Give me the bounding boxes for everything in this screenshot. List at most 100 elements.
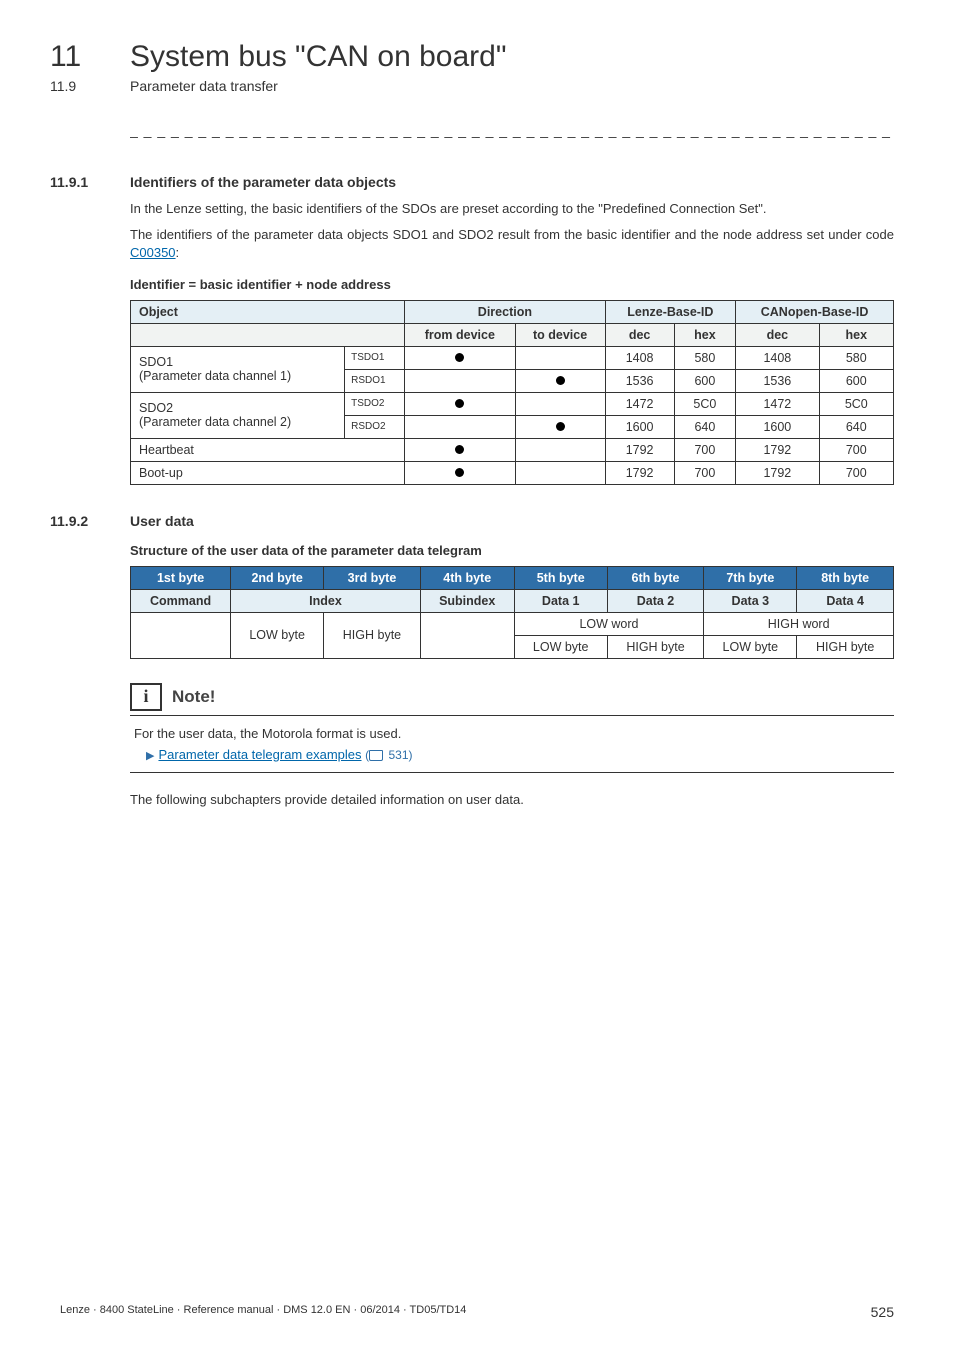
cell-value: 1536 [736, 369, 819, 392]
dot-icon [455, 445, 464, 454]
page-number-ref: 531 [388, 748, 408, 762]
page-reference: ( 531) [365, 748, 412, 762]
cell-sublabel: TSDO1 [345, 346, 405, 369]
cell-value: 640 [819, 415, 893, 438]
section-heading: 11.9.1 Identifiers of the parameter data… [130, 174, 894, 190]
byte-header: 5th byte [514, 566, 607, 589]
info-icon: i [130, 683, 162, 711]
code-link-c00350[interactable]: C00350 [130, 245, 176, 260]
col-subheader-hex: hex [819, 323, 893, 346]
cell-text: (Parameter data channel 2) [139, 415, 291, 429]
cell-sublabel: RSDO1 [345, 369, 405, 392]
dot-icon [556, 376, 565, 385]
section-heading: 11.9.2 User data [130, 513, 894, 529]
cell-value: 1536 [605, 369, 674, 392]
field-label: Command [131, 589, 231, 612]
cell-from-device [405, 369, 515, 392]
cell-object: Boot-up [131, 461, 405, 484]
field-label: Data 4 [797, 589, 894, 612]
cell-value: 700 [674, 438, 736, 461]
cell-value: LOW byte [514, 635, 607, 658]
byte-header: 2nd byte [231, 566, 324, 589]
byte-header: 4th byte [420, 566, 514, 589]
paragraph: The identifiers of the parameter data ob… [130, 226, 894, 262]
chapter-title: System bus "CAN on board" [130, 40, 506, 74]
note-text: For the user data, the Motorola format i… [134, 726, 890, 741]
cell-object: SDO2 (Parameter data channel 2) [131, 392, 345, 438]
col-header-direction: Direction [405, 300, 605, 323]
chapter-number: 11 [50, 40, 130, 74]
dot-icon [455, 399, 464, 408]
cell-object: SDO1 (Parameter data channel 1) [131, 346, 345, 392]
note-box: For the user data, the Motorola format i… [130, 715, 894, 773]
section-number: 11.9.1 [50, 174, 130, 190]
col-header-object: Object [131, 300, 405, 323]
note-header: i Note! [130, 683, 894, 711]
cell-value: HIGH byte [324, 612, 421, 658]
footer-left: Lenze · 8400 StateLine · Reference manua… [60, 1304, 466, 1320]
subsection-number: 11.9 [50, 78, 130, 94]
byte-header: 3rd byte [324, 566, 421, 589]
cell-value: LOW byte [231, 612, 324, 658]
cell-from-device [405, 392, 515, 415]
cell-value: 1408 [605, 346, 674, 369]
link-parameter-data-telegram-examples[interactable]: Parameter data telegram examples [158, 747, 361, 762]
section-number: 11.9.2 [50, 513, 130, 529]
dot-icon [556, 422, 565, 431]
col-subheader-blank [131, 323, 405, 346]
cell-value: 5C0 [674, 392, 736, 415]
cell-sublabel: TSDO2 [345, 392, 405, 415]
cell-to-device [515, 438, 605, 461]
cell-value: 600 [819, 369, 893, 392]
cell-value: 5C0 [819, 392, 893, 415]
cell-empty [420, 612, 514, 658]
cell-empty [131, 612, 231, 658]
table-row: SDO1 (Parameter data channel 1) TSDO1 14… [131, 346, 894, 369]
divider-dashes: _ _ _ _ _ _ _ _ _ _ _ _ _ _ _ _ _ _ _ _ … [130, 122, 894, 138]
cell-value: HIGH word [704, 612, 894, 635]
col-header-lenze: Lenze-Base-ID [605, 300, 736, 323]
identifier-table: Object Direction Lenze-Base-ID CANopen-B… [130, 300, 894, 485]
field-label: Index [231, 589, 421, 612]
page-footer: Lenze · 8400 StateLine · Reference manua… [60, 1304, 894, 1320]
field-label: Data 2 [607, 589, 704, 612]
cell-value: LOW byte [704, 635, 797, 658]
cell-value: 1408 [736, 346, 819, 369]
cell-value: 700 [819, 461, 893, 484]
cell-to-device [515, 346, 605, 369]
field-label: Subindex [420, 589, 514, 612]
cell-value: LOW word [514, 612, 704, 635]
cell-value: 580 [819, 346, 893, 369]
cell-value: 1600 [736, 415, 819, 438]
col-header-canopen: CANopen-Base-ID [736, 300, 894, 323]
cell-text: SDO1 [139, 355, 173, 369]
cell-to-device [515, 461, 605, 484]
subsection-header: 11.9 Parameter data transfer [130, 78, 894, 94]
cell-value: 1600 [605, 415, 674, 438]
cell-from-device [405, 346, 515, 369]
chapter-header: 11 System bus "CAN on board" [130, 40, 894, 74]
paragraph: The following subchapters provide detail… [130, 791, 894, 809]
cell-from-device [405, 461, 515, 484]
cell-value: 700 [819, 438, 893, 461]
book-icon [369, 750, 383, 761]
cell-text: (Parameter data channel 1) [139, 369, 291, 383]
user-data-table: 1st byte 2nd byte 3rd byte 4th byte 5th … [130, 566, 894, 659]
byte-header: 6th byte [607, 566, 704, 589]
cell-value: 1792 [736, 461, 819, 484]
field-label: Data 1 [514, 589, 607, 612]
col-subheader-to-device: to device [515, 323, 605, 346]
cell-value: 1792 [605, 461, 674, 484]
paragraph-text: : [176, 245, 180, 260]
col-subheader-from-device: from device [405, 323, 515, 346]
cell-value: HIGH byte [607, 635, 704, 658]
cell-to-device [515, 415, 605, 438]
table-row: SDO2 (Parameter data channel 2) TSDO2 14… [131, 392, 894, 415]
section-title: User data [130, 513, 194, 529]
byte-header: 7th byte [704, 566, 797, 589]
subsection-subtitle: Structure of the user data of the parame… [130, 543, 894, 558]
dot-icon [455, 353, 464, 362]
cell-to-device [515, 392, 605, 415]
paragraph: In the Lenze setting, the basic identifi… [130, 200, 894, 218]
cell-value: 1792 [736, 438, 819, 461]
